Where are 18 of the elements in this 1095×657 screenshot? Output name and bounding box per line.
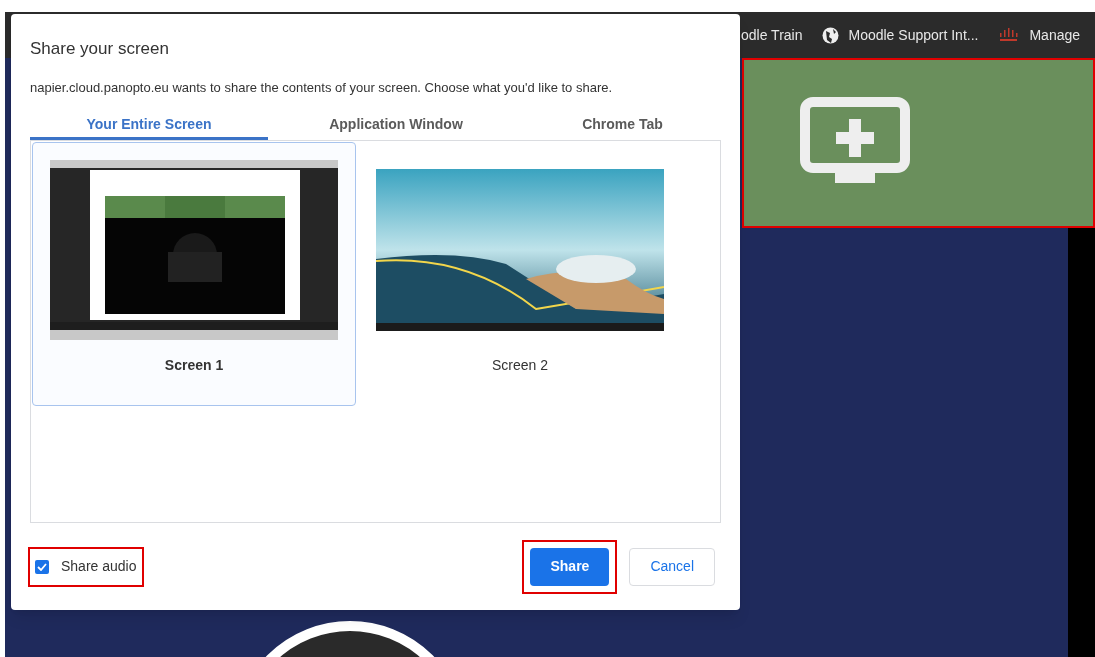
screen-option[interactable]: Screen 1 (32, 142, 356, 406)
tab[interactable]: Chrome Tab (524, 111, 721, 140)
globe-icon (822, 26, 840, 44)
bookmark-link[interactable]: odle Train (741, 24, 803, 46)
screen-option[interactable]: Screen 2 (358, 142, 682, 406)
cancel-button[interactable]: Cancel (629, 547, 715, 586)
screen-label: Screen 1 (164, 356, 224, 375)
bookmark-link[interactable]: Manage (1029, 24, 1081, 46)
signal-bars-icon (998, 28, 1021, 42)
share-button[interactable]: Share (530, 547, 610, 586)
screen-label: Screen 2 (491, 356, 548, 375)
dialog-title: Share your screen (30, 38, 169, 60)
dialog-message: napier.cloud.panopto.eu wants to share the contents of your screen. Choose what you'd like to share. (30, 78, 613, 97)
add-screen-tile[interactable] (742, 58, 1095, 228)
checkbox-label: Share audio (61, 557, 137, 576)
checkbox[interactable] (35, 559, 49, 574)
tab[interactable]: Application Window (268, 111, 524, 140)
bookmark-link[interactable]: Moodle Support Int... (848, 24, 979, 46)
